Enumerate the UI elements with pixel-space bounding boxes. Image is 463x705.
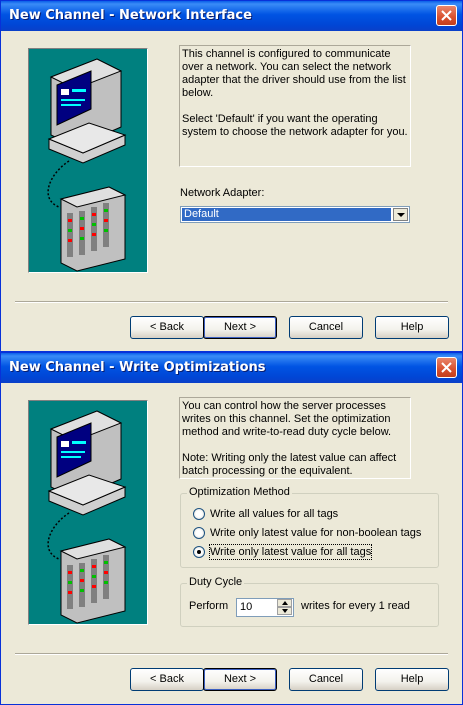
computer-network-illustration: [28, 48, 148, 273]
duty-cycle-spinbox[interactable]: 10: [236, 598, 294, 617]
cancel-button-label: Cancel: [308, 673, 344, 685]
radio-button[interactable]: [193, 546, 205, 558]
radio-button[interactable]: [193, 527, 205, 539]
radio-label: Write all values for all tags: [210, 508, 339, 520]
help-button[interactable]: Help: [375, 316, 449, 339]
network-adapter-select[interactable]: Default: [180, 206, 410, 223]
write-optimizations-dialog: New Channel - Write Optimizations You ca…: [0, 352, 463, 705]
radio-label: Write only latest value for all tags: [208, 544, 373, 560]
back-button-label: Back: [159, 321, 184, 333]
back-button[interactable]: < Back: [130, 668, 204, 691]
duty-cycle-group: Duty Cycle Perform 10 writes for every 1…: [180, 576, 439, 627]
group-title: Duty Cycle: [187, 576, 245, 588]
spin-down-icon: [282, 609, 288, 613]
cancel-button[interactable]: Cancel: [289, 668, 363, 691]
close-icon: [441, 362, 452, 373]
description-box: This channel is configured to communicat…: [179, 45, 411, 167]
description-box: You can control how the server processes…: [179, 397, 411, 479]
separator: [15, 301, 448, 303]
next-button-label: Next >: [223, 673, 257, 685]
description-paragraph: Select 'Default' if you want the operati…: [182, 113, 408, 138]
description-paragraph: This channel is configured to communicat…: [182, 48, 406, 99]
spin-down-button[interactable]: [277, 607, 292, 615]
close-button[interactable]: [436, 357, 457, 378]
title-bar: New Channel - Network Interface: [1, 1, 462, 31]
description-paragraph: Note: Writing only the latest value can …: [182, 452, 397, 477]
cancel-button[interactable]: Cancel: [289, 316, 363, 339]
computer-network-illustration: [28, 400, 148, 625]
separator: [15, 653, 448, 655]
back-button-label: Back: [159, 673, 184, 685]
computer-illustration-icon: [47, 410, 127, 624]
next-button-label: Next >: [223, 321, 257, 333]
help-button[interactable]: Help: [375, 668, 449, 691]
title-bar: New Channel - Write Optimizations: [1, 353, 462, 383]
perform-label: Perform: [189, 600, 229, 612]
dialog-title: New Channel - Write Optimizations: [9, 360, 266, 375]
duty-cycle-value[interactable]: 10: [240, 601, 252, 613]
help-button-label: Help: [400, 673, 424, 685]
spin-up-button[interactable]: [277, 599, 292, 607]
next-button[interactable]: Next >: [203, 316, 277, 339]
close-icon: [441, 10, 452, 21]
help-button-label: Help: [400, 321, 424, 333]
optimization-method-group: Optimization Method Write all values for…: [180, 486, 439, 568]
group-title: Optimization Method: [187, 486, 292, 498]
dropdown-button[interactable]: [393, 208, 408, 221]
network-adapter-label: Network Adapter:: [180, 187, 265, 199]
radio-button[interactable]: [193, 508, 205, 520]
dialog-title: New Channel - Network Interface: [9, 8, 252, 23]
back-button[interactable]: < Back: [130, 316, 204, 339]
description-paragraph: You can control how the server processes…: [182, 400, 392, 438]
duty-cycle-suffix: writes for every 1 read: [301, 600, 410, 612]
radio-label: Write only latest value for non-boolean …: [210, 527, 422, 539]
computer-illustration-icon: [47, 58, 127, 272]
network-interface-dialog: New Channel - Network Interface This cha…: [0, 0, 463, 352]
close-button[interactable]: [436, 5, 457, 26]
network-adapter-value: Default: [182, 208, 391, 221]
next-button[interactable]: Next >: [203, 668, 277, 691]
spin-up-icon: [282, 601, 288, 605]
chevron-down-icon: [397, 213, 405, 217]
cancel-button-label: Cancel: [308, 321, 344, 333]
